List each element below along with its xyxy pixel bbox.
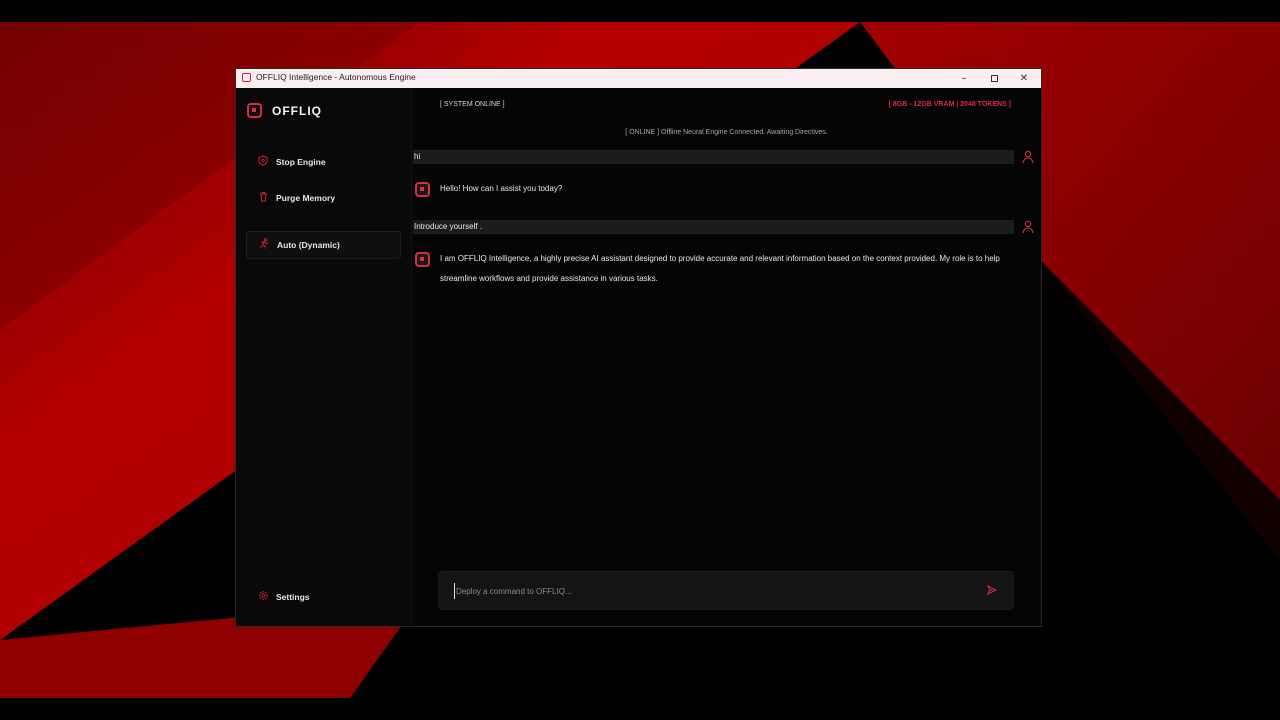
minimize-button[interactable]: – <box>949 69 979 88</box>
trash-icon <box>256 191 270 205</box>
auto-dynamic-label: Auto (Dynamic) <box>277 240 340 250</box>
app-icon <box>242 73 251 82</box>
running-person-icon <box>257 238 271 252</box>
app-window: OFFLIQ Intelligence - Autonomous Engine … <box>236 69 1041 626</box>
letterbox-top <box>0 0 1280 22</box>
window-titlebar[interactable]: OFFLIQ Intelligence - Autonomous Engine … <box>236 69 1041 88</box>
user-message: Introduce yourself . <box>413 220 1014 234</box>
chat-panel: [ SYSTEM ONLINE ] [ 8GB - 12GB VRAM | 20… <box>412 88 1041 626</box>
user-message: hi <box>413 150 1014 164</box>
send-button[interactable] <box>987 584 1001 599</box>
assistant-message: Hello! How can I assist you today? <box>440 184 563 193</box>
auto-dynamic-mode-button[interactable]: Auto (Dynamic) <box>246 231 401 259</box>
stop-engine-label: Stop Engine <box>276 157 326 167</box>
maximize-icon <box>990 75 998 82</box>
assistant-message: I am OFFLIQ Intelligence, a highly preci… <box>440 254 1000 283</box>
logo-icon <box>247 103 262 118</box>
maximize-button[interactable] <box>979 69 1009 88</box>
purge-memory-label: Purge Memory <box>276 193 336 203</box>
system-message: [ ONLINE ] Offline Neural Engine Connect… <box>625 129 828 136</box>
gear-icon <box>256 590 270 604</box>
user-avatar-icon <box>1022 150 1034 164</box>
command-input[interactable] <box>454 583 966 599</box>
send-icon <box>987 584 998 598</box>
assistant-avatar-icon <box>415 182 430 197</box>
letterbox-bottom <box>0 698 1280 720</box>
window-title: OFFLIQ Intelligence - Autonomous Engine <box>256 72 416 82</box>
system-status: [ SYSTEM ONLINE ] <box>440 101 505 108</box>
stop-engine-button[interactable]: Stop Engine <box>246 149 399 175</box>
command-composer <box>438 571 1014 610</box>
sidebar: OFFLIQ Stop Engine Purge Memory Auto (Dy… <box>236 88 412 626</box>
resource-status: [ 8GB - 12GB VRAM | 2048 TOKENS ] <box>888 101 1011 108</box>
close-button[interactable]: ✕ <box>1009 69 1039 88</box>
assistant-avatar-icon <box>415 252 430 267</box>
settings-label: Settings <box>276 592 310 602</box>
user-avatar-icon <box>1022 220 1034 234</box>
close-icon: ✕ <box>1019 73 1029 84</box>
stop-shield-icon <box>256 155 270 169</box>
logo-text: OFFLIQ <box>272 104 322 118</box>
settings-button[interactable]: Settings <box>246 584 399 610</box>
minimize-icon: – <box>961 73 967 84</box>
purge-memory-button[interactable]: Purge Memory <box>246 185 399 211</box>
